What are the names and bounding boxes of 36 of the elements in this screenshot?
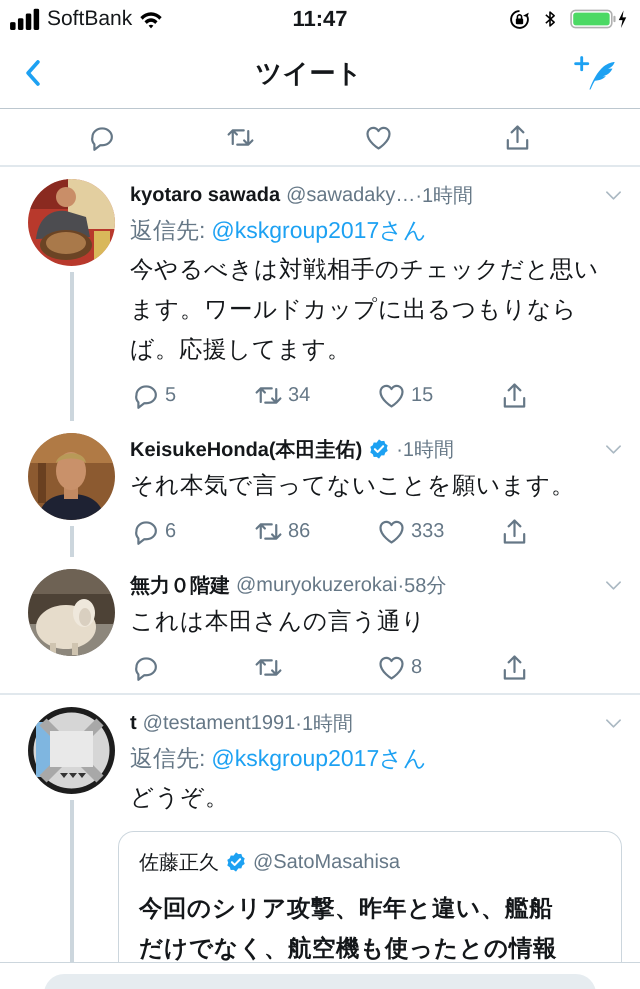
tweet-time: ·58分: [397, 574, 446, 598]
status-time: 11:47: [292, 6, 348, 32]
tweet-time: ·1時間: [415, 184, 474, 208]
reply-to-link[interactable]: @kskgroup2017さん: [211, 217, 428, 243]
tweet-text: これは本田さんの言う通り: [130, 607, 427, 636]
tweet-time: ·1時間: [396, 438, 454, 462]
user-name: t: [130, 712, 137, 734]
like-count: 8: [411, 656, 422, 678]
carrier-name: SoftBank: [47, 7, 132, 31]
rotation-lock-icon: [509, 8, 530, 30]
signal-icon: [10, 8, 40, 30]
user-handle: @testament1991: [142, 712, 296, 734]
user-name: kyotaro sawada: [130, 184, 280, 206]
user-handle: @SatoMasahisa: [253, 850, 400, 874]
quoted-tweet-text: 今回のシリア攻撃、昨年と違い、艦船だけでなく、航空機も使ったとの情報: [139, 894, 558, 963]
reply-count: 5: [165, 384, 176, 406]
reply-label: 返信先:: [130, 217, 206, 243]
tweet-time: ·1時間: [295, 712, 354, 736]
tweet-text: 今やるべきは対戦相手のチェックだと思います。ワールドカップに出るつもりならば。応援してます。: [130, 255, 600, 364]
user-handle: @muryokuzerokai: [236, 574, 398, 596]
tweet-text: どうぞ。: [130, 783, 230, 812]
page-title: ツイート: [256, 56, 362, 90]
retweet-count: 34: [288, 384, 310, 406]
user-handle: @sawadaky…: [286, 184, 416, 206]
user-name: KeisukeHonda(本田圭佑): [130, 438, 362, 462]
reply-label: 返信先:: [130, 745, 206, 771]
tweet-text: それ本気で言ってないことを願います。: [130, 471, 576, 500]
reply-to-link[interactable]: @kskgroup2017さん: [211, 745, 428, 771]
like-count: 333: [411, 520, 444, 542]
wifi-icon: [139, 10, 164, 28]
bluetooth-icon: [544, 9, 556, 29]
like-count: 15: [411, 384, 434, 406]
retweet-count: 86: [288, 520, 310, 542]
user-name: 佐藤正久: [139, 850, 219, 876]
reply-count: 6: [165, 520, 176, 542]
user-name: 無力０階建: [130, 574, 230, 598]
